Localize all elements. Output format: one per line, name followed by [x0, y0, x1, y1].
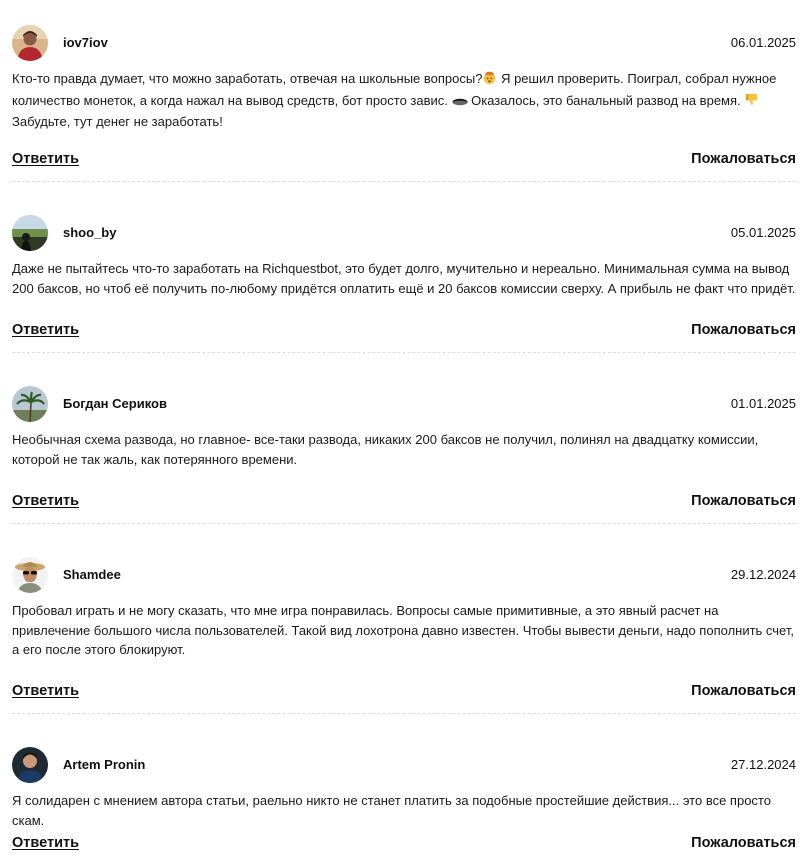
- comment-actions: Ответить Пожаловаться: [12, 491, 796, 511]
- comment-actions: Ответить Пожаловаться: [12, 833, 796, 853]
- reply-link[interactable]: Ответить: [12, 149, 79, 169]
- comment-text: Необычная схема развода, но главное- все…: [12, 432, 759, 467]
- comment-date: 27.12.2024: [730, 757, 796, 772]
- comment-text: Пробовал играть и не могу сказать, что м…: [12, 603, 794, 657]
- comment-item: iov7iov 06.01.2025 Кто-то правда думает,…: [12, 25, 796, 182]
- comment-header: Shamdee 29.12.2024: [12, 557, 796, 593]
- comment-actions: Ответить Пожаловаться: [12, 149, 796, 169]
- avatar[interactable]: [12, 25, 48, 61]
- comment-text: Кто-то правда думает, что можно заработа…: [12, 69, 796, 132]
- comment-divider: [12, 181, 796, 182]
- comment-date: 05.01.2025: [730, 225, 796, 240]
- comment-date: 29.12.2024: [730, 567, 796, 582]
- comment-item: Shamdee 29.12.2024 Пробовал играть и не …: [12, 557, 796, 714]
- comment-actions: Ответить Пожаловаться: [12, 320, 796, 340]
- avatar[interactable]: [12, 386, 48, 422]
- report-link[interactable]: Пожаловаться: [691, 833, 796, 853]
- comment-author: Artem Pronin: [63, 757, 146, 772]
- comment-text-part: Оказалось, это банальный развод на время…: [467, 92, 745, 108]
- comment-date: 01.01.2025: [730, 396, 796, 411]
- reply-link[interactable]: Ответить: [12, 681, 79, 701]
- avatar[interactable]: [12, 747, 48, 783]
- comment-text-part: Кто-то правда думает, что можно заработа…: [12, 71, 483, 86]
- comment-header: Богдан Сериков 01.01.2025: [12, 386, 796, 422]
- comment-item: Богдан Сериков 01.01.2025 Необычная схем…: [12, 386, 796, 524]
- report-link[interactable]: Пожаловаться: [691, 149, 796, 169]
- comment-divider: [12, 352, 796, 353]
- avatar[interactable]: [12, 557, 48, 593]
- comment-author: shoo_by: [63, 225, 117, 240]
- thumbs-down-emoji: [744, 92, 759, 113]
- report-link[interactable]: Пожаловаться: [691, 491, 796, 511]
- reply-link[interactable]: Ответить: [12, 320, 79, 340]
- comment-author: Богдан Сериков: [63, 396, 167, 411]
- comment-item: Artem Pronin 27.12.2024 Я солидарен с мн…: [12, 747, 796, 851]
- report-link[interactable]: Пожаловаться: [691, 681, 796, 701]
- comment-item: shoo_by 05.01.2025 Даже не пытайтесь что…: [12, 215, 796, 353]
- comment-text-part: Забудьте, тут денег не заработать!: [12, 114, 223, 129]
- report-link[interactable]: Пожаловаться: [691, 320, 796, 340]
- comment-divider: [12, 713, 796, 714]
- comment-author: Shamdee: [63, 567, 121, 582]
- comment-actions: Ответить Пожаловаться: [12, 681, 796, 701]
- comment-author: iov7iov: [63, 35, 108, 50]
- comment-header: Artem Pronin 27.12.2024: [12, 747, 796, 783]
- reply-link[interactable]: Ответить: [12, 491, 79, 511]
- comment-text: Я солидарен с мнением автора статьи, рае…: [12, 793, 771, 828]
- exploding-head-emoji: [482, 70, 497, 91]
- reply-link[interactable]: Ответить: [12, 833, 79, 853]
- avatar[interactable]: [12, 215, 48, 251]
- comment-text: Даже не пытайтесь что-то заработать на R…: [12, 261, 796, 296]
- comment-header: shoo_by 05.01.2025: [12, 215, 796, 251]
- comment-divider: [12, 523, 796, 524]
- hole-emoji: [452, 93, 468, 113]
- comment-date: 06.01.2025: [730, 35, 796, 50]
- comment-header: iov7iov 06.01.2025: [12, 25, 796, 61]
